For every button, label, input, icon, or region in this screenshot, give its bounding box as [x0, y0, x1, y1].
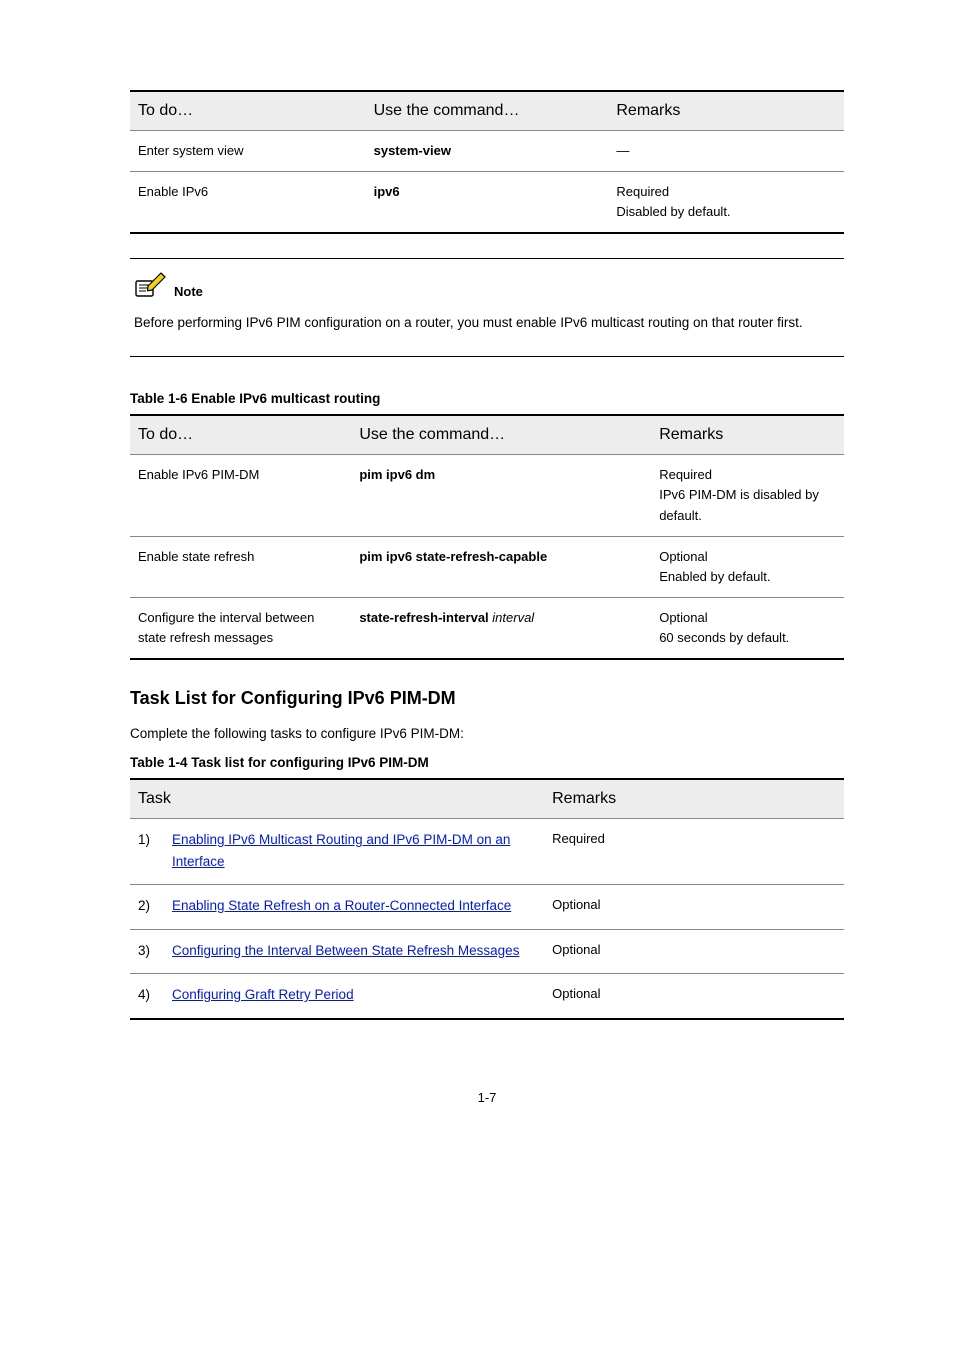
note-label: Note [174, 284, 203, 299]
cell-remarks: — [608, 131, 844, 172]
cell-todo: Enable IPv6 PIM-DM [130, 455, 351, 536]
table-row: Enable IPv6 PIM-DM pim ipv6 dm Required … [130, 455, 844, 536]
pencil-note-icon [134, 271, 168, 299]
cell-remarks: Optional [544, 974, 844, 1019]
cell-command: pim ipv6 dm [351, 455, 651, 536]
table-tasklist: Task Remarks 1)Enabling IPv6 Multicast R… [130, 778, 844, 1020]
table-row: Enable IPv6 ipv6 Required Disabled by de… [130, 172, 844, 234]
note-box: Note Before performing IPv6 PIM configur… [130, 258, 844, 357]
cell-task: 4)Configuring Graft Retry Period [130, 974, 544, 1019]
cell-command: pim ipv6 state-refresh-capable [351, 536, 651, 597]
table-caption: Table 1-6 Enable IPv6 multicast routing [130, 391, 844, 406]
cell-remarks: Required IPv6 PIM-DM is disabled by defa… [651, 455, 844, 536]
table-row: 3)Configuring the Interval Between State… [130, 929, 844, 974]
table-row: 4)Configuring Graft Retry Period Optiona… [130, 974, 844, 1019]
col-header-remarks: Remarks [544, 779, 844, 819]
table-row: 1)Enabling IPv6 Multicast Routing and IP… [130, 818, 844, 884]
bullet-icon: 4) [138, 984, 172, 1006]
cell-command: state-refresh-interval interval [351, 598, 651, 660]
cell-remarks: Optional [544, 885, 844, 930]
task-link[interactable]: Enabling State Refresh on a Router-Conne… [172, 895, 511, 917]
note-header: Note [134, 271, 840, 299]
cell-remarks: Optional 60 seconds by default. [651, 598, 844, 660]
cell-remarks: Optional Enabled by default. [651, 536, 844, 597]
col-header-command: Use the command… [366, 91, 609, 131]
section-intro: Complete the following tasks to configur… [130, 723, 844, 745]
section-title: Task List for Configuring IPv6 PIM-DM [130, 688, 844, 709]
cell-remarks: Optional [544, 929, 844, 974]
bullet-icon: 3) [138, 940, 172, 962]
bullet-icon: 1) [138, 829, 172, 872]
table-row: 2)Enabling State Refresh on a Router-Con… [130, 885, 844, 930]
cell-remarks: Required [544, 818, 844, 884]
bullet-icon: 2) [138, 895, 172, 917]
table-row: Enter system view system-view — [130, 131, 844, 172]
table-enable-ipv6-multicast: To do… Use the command… Remarks Enable I… [130, 414, 844, 660]
cell-todo: Enter system view [130, 131, 366, 172]
cell-command: ipv6 [366, 172, 609, 234]
cell-remarks: Required Disabled by default. [608, 172, 844, 234]
note-text: Before performing IPv6 PIM configuration… [134, 313, 840, 334]
col-header-todo: To do… [130, 91, 366, 131]
cell-task: 2)Enabling State Refresh on a Router-Con… [130, 885, 544, 930]
cell-command: system-view [366, 131, 609, 172]
col-header-todo: To do… [130, 415, 351, 455]
col-header-task: Task [130, 779, 544, 819]
task-link[interactable]: Enabling IPv6 Multicast Routing and IPv6… [172, 829, 536, 872]
table-row: Configure the interval between state ref… [130, 598, 844, 660]
col-header-remarks: Remarks [651, 415, 844, 455]
task-link[interactable]: Configuring the Interval Between State R… [172, 940, 519, 962]
table-enable-ipv6: To do… Use the command… Remarks Enter sy… [130, 90, 844, 234]
page-number: 1-7 [130, 1090, 844, 1105]
task-link[interactable]: Configuring Graft Retry Period [172, 984, 354, 1006]
cell-task: 1)Enabling IPv6 Multicast Routing and IP… [130, 818, 544, 884]
cell-todo: Enable IPv6 [130, 172, 366, 234]
col-header-command: Use the command… [351, 415, 651, 455]
col-header-remarks: Remarks [608, 91, 844, 131]
table-caption-tasklist: Table 1-4 Task list for configuring IPv6… [130, 755, 844, 770]
cell-task: 3)Configuring the Interval Between State… [130, 929, 544, 974]
cell-todo: Enable state refresh [130, 536, 351, 597]
cell-todo: Configure the interval between state ref… [130, 598, 351, 660]
table-row: Enable state refresh pim ipv6 state-refr… [130, 536, 844, 597]
